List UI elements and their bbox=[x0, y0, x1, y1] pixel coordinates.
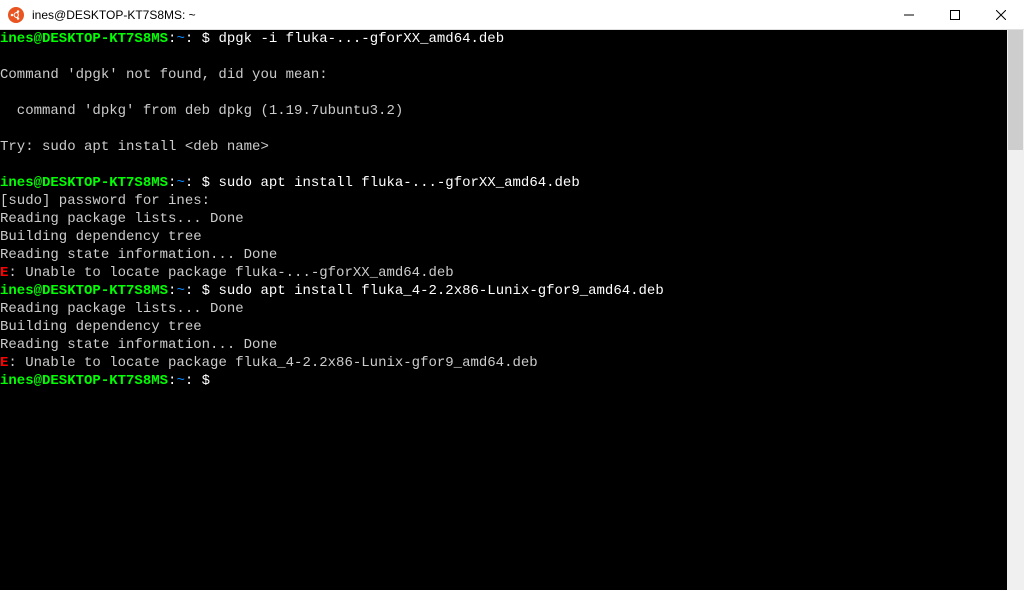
output-line: Reading state information... Done bbox=[0, 246, 1007, 264]
output-line: [sudo] password for ines: bbox=[0, 192, 1007, 210]
output-line: Command 'dpgk' not found, did you mean: bbox=[0, 66, 1007, 84]
error-text: : Unable to locate package fluka_4-2.2x8… bbox=[8, 355, 537, 371]
prompt-symbol: : $ bbox=[185, 373, 210, 389]
terminal-line: E: Unable to locate package fluka_4-2.2x… bbox=[0, 354, 1007, 372]
terminal-line: ines@DESKTOP-KT7S8MS:~: $ sudo apt insta… bbox=[0, 174, 1007, 192]
output-line: Building dependency tree bbox=[0, 318, 1007, 336]
prompt-user-host: ines@DESKTOP-KT7S8MS bbox=[0, 31, 168, 47]
output-line: command 'dpkg' from deb dpkg (1.19.7ubun… bbox=[0, 102, 1007, 120]
prompt-path: ~ bbox=[176, 31, 184, 47]
close-button[interactable] bbox=[978, 0, 1024, 29]
command-text: sudo apt install fluka_4-2.2x86-Lunix-gf… bbox=[210, 283, 664, 299]
output-line: Reading package lists... Done bbox=[0, 300, 1007, 318]
maximize-button[interactable] bbox=[932, 0, 978, 29]
terminal-line: ines@DESKTOP-KT7S8MS:~: $ sudo apt insta… bbox=[0, 282, 1007, 300]
minimize-button[interactable] bbox=[886, 0, 932, 29]
prompt-user-host: ines@DESKTOP-KT7S8MS bbox=[0, 283, 168, 299]
command-text: sudo apt install fluka-...-gforXX_amd64.… bbox=[210, 175, 580, 191]
prompt-path: ~ bbox=[176, 175, 184, 191]
output-line: Try: sudo apt install <deb name> bbox=[0, 138, 1007, 156]
terminal-line bbox=[0, 84, 1007, 102]
prompt-path: ~ bbox=[176, 373, 184, 389]
command-text: dpgk -i fluka-...-gforXX_amd64.deb bbox=[210, 31, 504, 47]
prompt-symbol: : $ bbox=[185, 175, 210, 191]
ubuntu-icon bbox=[8, 7, 24, 23]
terminal-line bbox=[0, 48, 1007, 66]
terminal-line: E: Unable to locate package fluka-...-gf… bbox=[0, 264, 1007, 282]
prompt-path: ~ bbox=[176, 283, 184, 299]
prompt-symbol: : $ bbox=[185, 283, 210, 299]
terminal[interactable]: ines@DESKTOP-KT7S8MS:~: $ dpgk -i fluka-… bbox=[0, 30, 1007, 590]
scrollbar[interactable] bbox=[1007, 30, 1024, 590]
window-title: ines@DESKTOP-KT7S8MS: ~ bbox=[32, 8, 886, 22]
prompt-user-host: ines@DESKTOP-KT7S8MS bbox=[0, 175, 168, 191]
terminal-line: ines@DESKTOP-KT7S8MS:~: $ dpgk -i fluka-… bbox=[0, 30, 1007, 48]
window-controls bbox=[886, 0, 1024, 29]
prompt-user-host: ines@DESKTOP-KT7S8MS bbox=[0, 373, 168, 389]
prompt-symbol: : $ bbox=[185, 31, 210, 47]
terminal-line: ines@DESKTOP-KT7S8MS:~: $ bbox=[0, 372, 1007, 390]
error-text: : Unable to locate package fluka-...-gfo… bbox=[8, 265, 453, 281]
scrollbar-thumb[interactable] bbox=[1008, 30, 1023, 150]
output-line: Reading package lists... Done bbox=[0, 210, 1007, 228]
terminal-line bbox=[0, 156, 1007, 174]
output-line: Building dependency tree bbox=[0, 228, 1007, 246]
titlebar: ines@DESKTOP-KT7S8MS: ~ bbox=[0, 0, 1024, 30]
terminal-line bbox=[0, 120, 1007, 138]
output-line: Reading state information... Done bbox=[0, 336, 1007, 354]
